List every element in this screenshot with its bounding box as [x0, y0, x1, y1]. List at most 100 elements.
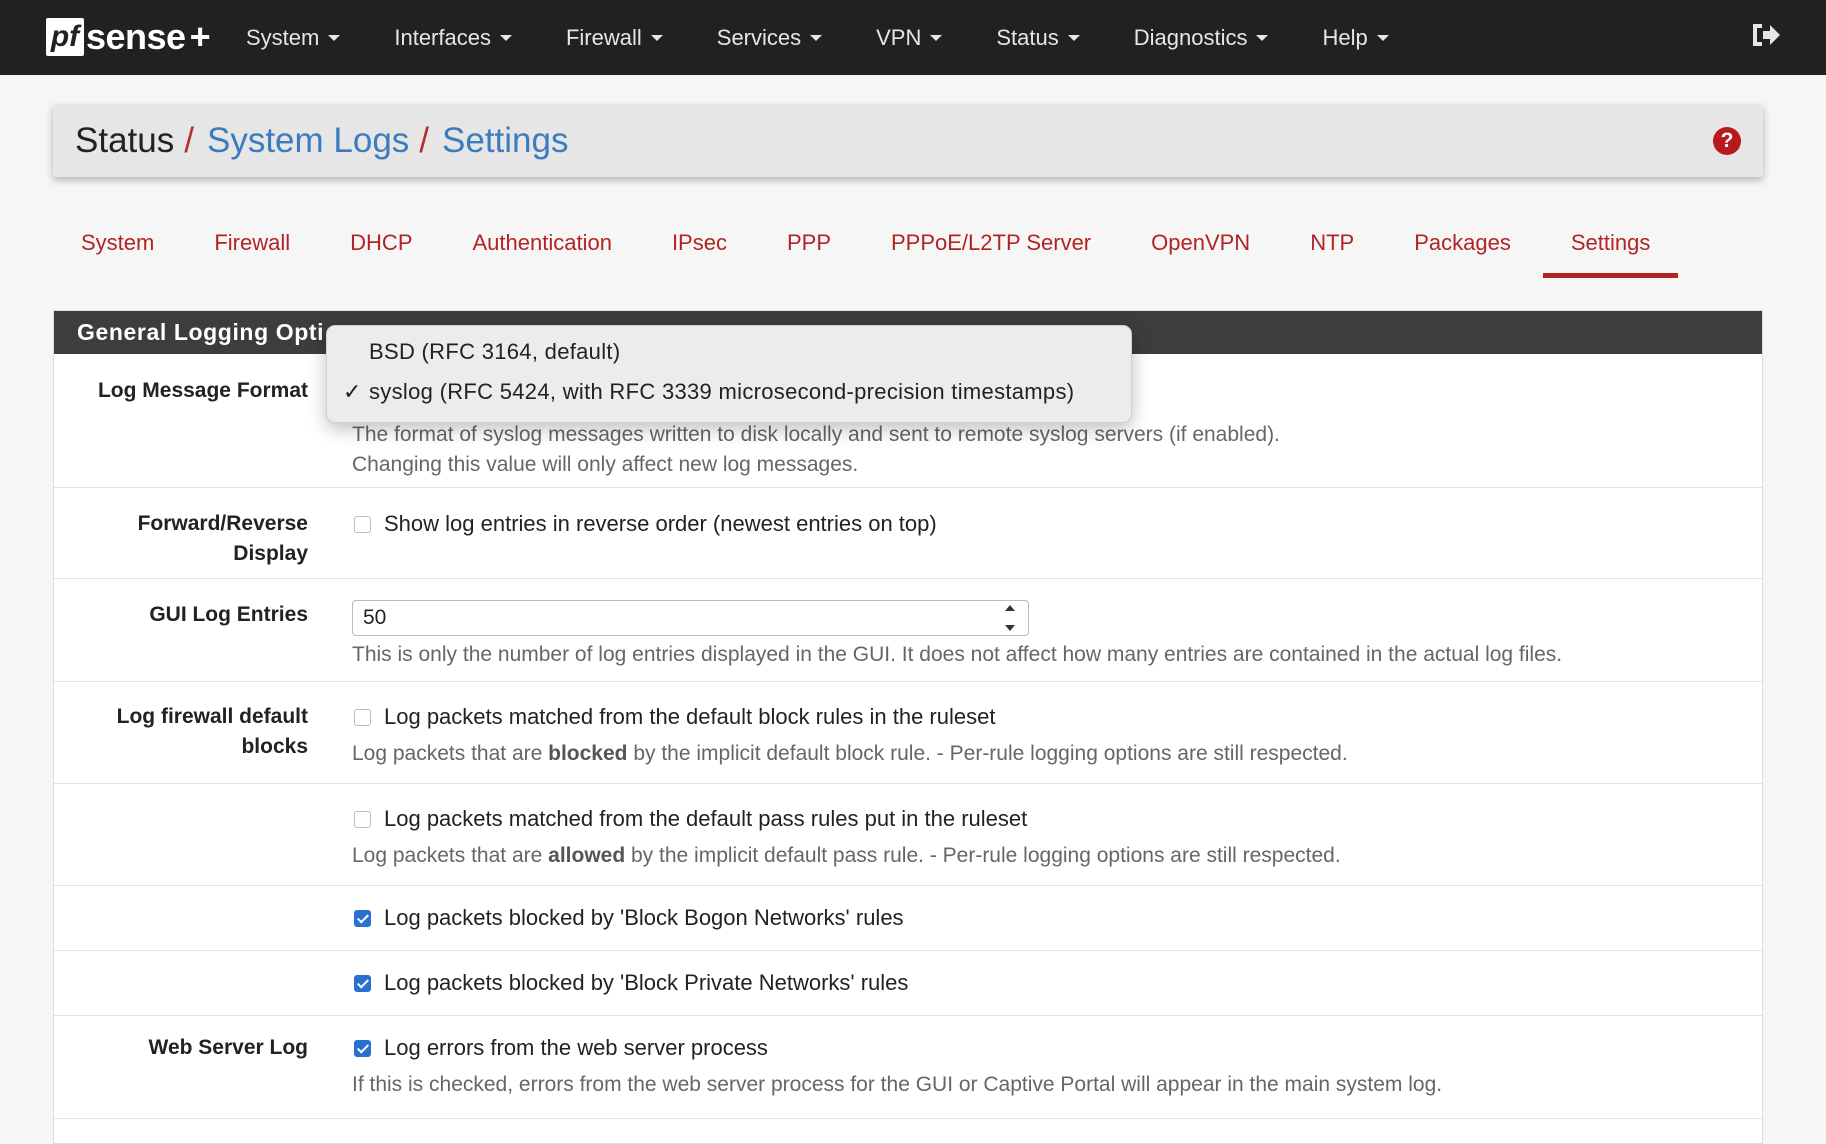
menu-system[interactable]: System — [246, 24, 341, 51]
row-forward-reverse: Forward/Reverse Display Show log entries… — [54, 488, 1762, 579]
menu-label: VPN — [876, 24, 922, 50]
help-text-part: Log packets that are — [352, 844, 549, 867]
menu-firewall[interactable]: Firewall — [566, 25, 663, 51]
caret-down-icon — [1256, 34, 1269, 41]
forward-reverse-field: Show log entries in reverse order (newes… — [352, 509, 1742, 539]
help-text-part: by the implicit default pass rule. - Per… — [625, 844, 1341, 867]
tab-openvpn[interactable]: OpenVPN — [1123, 222, 1278, 280]
label-forward-reverse: Forward/Reverse Display — [54, 509, 308, 569]
option-label: syslog (RFC 5424, with RFC 3339 microsec… — [369, 379, 1075, 404]
menu-services[interactable]: Services — [716, 24, 823, 51]
help-text-part: by the implicit default block rule. - Pe… — [627, 742, 1348, 765]
tab-firewall[interactable]: Firewall — [186, 222, 318, 280]
dropdown-option-bsd[interactable]: BSD (RFC 3164, default) — [327, 332, 1131, 372]
tab-settings[interactable]: Settings — [1542, 222, 1679, 280]
log-default-pass-checkbox[interactable] — [354, 810, 371, 828]
tab-packages[interactable]: Packages — [1386, 222, 1539, 280]
log-tabs: System Firewall DHCP Authentication IPse… — [53, 222, 1682, 282]
menu-help[interactable]: Help — [1322, 24, 1389, 51]
caret-down-icon — [328, 34, 341, 41]
gui-log-entries-field: 50 This is only the number of log entrie… — [352, 600, 1742, 670]
tab-pppoe-l2tp-server[interactable]: PPPoE/L2TP Server — [863, 222, 1119, 280]
help-text: If this is checked, errors from the web … — [352, 1073, 1443, 1096]
log-bogon-checkbox[interactable] — [354, 909, 371, 927]
label-log-fw-default-blocks: Log firewall default blocks — [54, 702, 308, 762]
option-label: BSD (RFC 3164, default) — [369, 339, 621, 364]
caret-down-icon — [810, 34, 823, 41]
tab-ntp[interactable]: NTP — [1282, 222, 1382, 280]
menu-label: System — [246, 24, 320, 50]
top-navbar: pf sense + System Interfaces Firewall Se… — [0, 0, 1826, 75]
menu-label: Status — [996, 24, 1059, 50]
help-text: Changing this value will only affect new… — [352, 453, 859, 476]
logo-pf-mark: pf — [46, 18, 84, 56]
checkbox-label: Log packets blocked by 'Block Private Ne… — [384, 970, 909, 995]
label-gui-log-entries: GUI Log Entries — [149, 603, 308, 626]
gui-log-entries-input[interactable]: 50 — [352, 600, 1029, 636]
dropdown-option-syslog[interactable]: ✓ syslog (RFC 5424, with RFC 3339 micros… — [327, 372, 1131, 412]
pfsense-logo[interactable]: pf sense + — [46, 12, 211, 62]
label-line: Log firewall default — [116, 705, 308, 728]
breadcrumb-settings[interactable]: Settings — [442, 121, 568, 161]
log-private-option[interactable]: Log packets blocked by 'Block Private Ne… — [352, 968, 1742, 998]
log-bogon-field: Log packets blocked by 'Block Bogon Netw… — [352, 903, 1742, 933]
help-icon[interactable]: ? — [1713, 127, 1741, 155]
log-private-checkbox[interactable] — [354, 974, 371, 992]
web-server-log-field: Log errors from the web server process I… — [352, 1033, 1742, 1100]
tab-ipsec[interactable]: IPsec — [644, 222, 755, 280]
menu-label: Firewall — [565, 24, 642, 50]
tab-authentication[interactable]: Authentication — [445, 222, 640, 280]
breadcrumb-separator: / — [419, 121, 430, 160]
menu-label: Diagnostics — [1133, 24, 1248, 50]
caret-down-icon — [1376, 34, 1389, 41]
breadcrumb-separator: / — [184, 121, 194, 160]
tab-system[interactable]: System — [53, 222, 182, 280]
logout-icon[interactable] — [1750, 20, 1782, 50]
log-default-pass-option[interactable]: Log packets matched from the default pas… — [352, 804, 1742, 834]
tab-ppp[interactable]: PPP — [759, 222, 859, 280]
help-text-bold: blocked — [548, 742, 628, 765]
breadcrumb: Status / System Logs / Settings ? — [53, 105, 1763, 177]
row-web-server-log: Web Server Log Log errors from the web s… — [54, 1016, 1762, 1119]
help-text: The format of syslog messages written to… — [352, 423, 1280, 446]
menu-label: Help — [1322, 24, 1368, 50]
checkbox-label: Log packets matched from the default blo… — [384, 704, 996, 729]
menu-status[interactable]: Status — [996, 24, 1080, 51]
log-message-format-dropdown[interactable]: BSD (RFC 3164, default) ✓ syslog (RFC 54… — [326, 325, 1132, 423]
input-value: 50 — [363, 606, 387, 629]
log-private-field: Log packets blocked by 'Block Private Ne… — [352, 968, 1742, 998]
menu-vpn[interactable]: VPN — [876, 24, 943, 51]
web-server-log-option[interactable]: Log errors from the web server process — [352, 1033, 1742, 1063]
menu-diagnostics[interactable]: Diagnostics — [1134, 25, 1269, 51]
breadcrumb-system-logs[interactable]: System Logs — [207, 121, 409, 161]
log-bogon-option[interactable]: Log packets blocked by 'Block Bogon Netw… — [352, 903, 1742, 933]
label-line: Display — [233, 542, 308, 565]
row-log-private: Log packets blocked by 'Block Private Ne… — [54, 951, 1762, 1016]
menu-label: Interfaces — [394, 24, 491, 50]
menu-interfaces[interactable]: Interfaces — [394, 25, 512, 51]
log-default-block-option[interactable]: Log packets matched from the default blo… — [352, 702, 1742, 732]
help-text: Log packets that are allowed by the impl… — [352, 841, 1742, 871]
reverse-order-checkbox[interactable] — [354, 515, 371, 533]
checkbox-label: Show log entries in reverse order (newes… — [384, 511, 937, 536]
label-log-message-format: Log Message Format — [97, 379, 308, 402]
row-log-fw-default-blocks: Log firewall default blocks Log packets … — [54, 682, 1762, 784]
log-default-block-checkbox[interactable] — [354, 708, 371, 726]
spin-down-icon[interactable] — [1005, 625, 1015, 631]
spin-up-icon[interactable] — [1005, 605, 1015, 611]
tab-dhcp[interactable]: DHCP — [322, 222, 440, 280]
checkbox-label: Log packets matched from the default pas… — [384, 806, 1028, 831]
log-fw-default-blocks-field: Log packets matched from the default blo… — [352, 702, 1742, 769]
row-log-fw-default-pass: Log packets matched from the default pas… — [54, 784, 1762, 886]
label-web-server-log: Web Server Log — [148, 1036, 309, 1059]
row-gui-log-entries: GUI Log Entries 50 This is only the numb… — [54, 579, 1762, 682]
menu-label: Services — [716, 24, 802, 50]
reverse-order-option[interactable]: Show log entries in reverse order (newes… — [352, 509, 1742, 539]
number-spinner[interactable] — [1002, 605, 1018, 631]
breadcrumb-root: Status — [75, 121, 175, 160]
general-logging-options-panel: General Logging Opti Log Message Format … — [53, 310, 1763, 1144]
caret-down-icon — [650, 34, 663, 41]
help-text: This is only the number of log entries d… — [352, 643, 1563, 666]
main-menu: System Interfaces Firewall Services VPN … — [246, 0, 1443, 75]
web-server-log-checkbox[interactable] — [354, 1039, 371, 1057]
